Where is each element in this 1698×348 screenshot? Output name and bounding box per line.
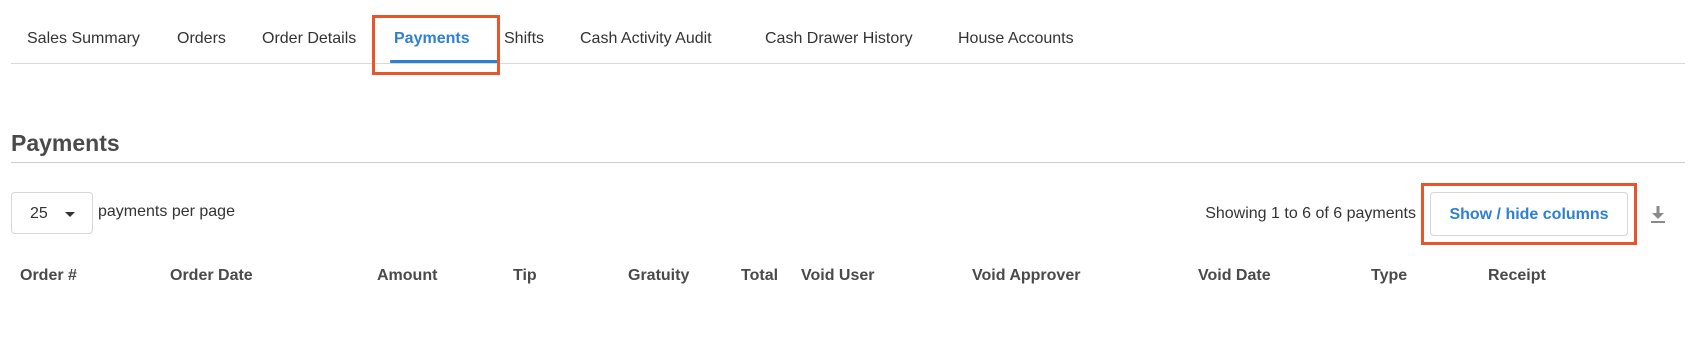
column-header-void-approver[interactable]: Void Approver: [972, 267, 1080, 285]
page-title: Payments: [11, 130, 120, 156]
download-icon[interactable]: [1648, 204, 1668, 224]
tab-shifts[interactable]: Shifts: [504, 30, 544, 48]
per-page-select[interactable]: 25: [11, 192, 93, 234]
column-header-void-date[interactable]: Void Date: [1198, 267, 1271, 285]
results-count: Showing 1 to 6 of 6 payments: [1205, 205, 1416, 222]
active-tab-indicator: [390, 60, 498, 63]
column-header-gratuity[interactable]: Gratuity: [628, 267, 689, 285]
tab-cash-drawer-history[interactable]: Cash Drawer History: [765, 30, 913, 48]
tab-order-details[interactable]: Order Details: [262, 30, 356, 48]
column-header-tip[interactable]: Tip: [513, 267, 537, 285]
tab-orders[interactable]: Orders: [177, 30, 226, 48]
tab-cash-activity-audit[interactable]: Cash Activity Audit: [580, 30, 712, 48]
column-header-receipt[interactable]: Receipt: [1488, 267, 1546, 285]
show-hide-columns-button[interactable]: Show / hide columns: [1430, 192, 1628, 236]
tab-sales-summary[interactable]: Sales Summary: [27, 30, 140, 48]
column-header-void-user[interactable]: Void User: [801, 267, 875, 285]
tab-house-accounts[interactable]: House Accounts: [958, 30, 1074, 48]
tab-payments[interactable]: Payments: [394, 30, 470, 48]
caret-down-icon: [65, 212, 75, 217]
title-divider: [11, 162, 1685, 163]
column-header-order-number[interactable]: Order #: [20, 267, 77, 285]
column-header-order-date[interactable]: Order Date: [170, 267, 253, 285]
report-tabs: Sales Summary Orders Order Details Payme…: [11, 0, 1685, 64]
column-header-type[interactable]: Type: [1371, 267, 1407, 285]
column-header-total[interactable]: Total: [741, 267, 778, 285]
column-header-amount[interactable]: Amount: [377, 267, 437, 285]
per-page-value: 25: [30, 205, 48, 222]
per-page-label: payments per page: [98, 203, 235, 220]
